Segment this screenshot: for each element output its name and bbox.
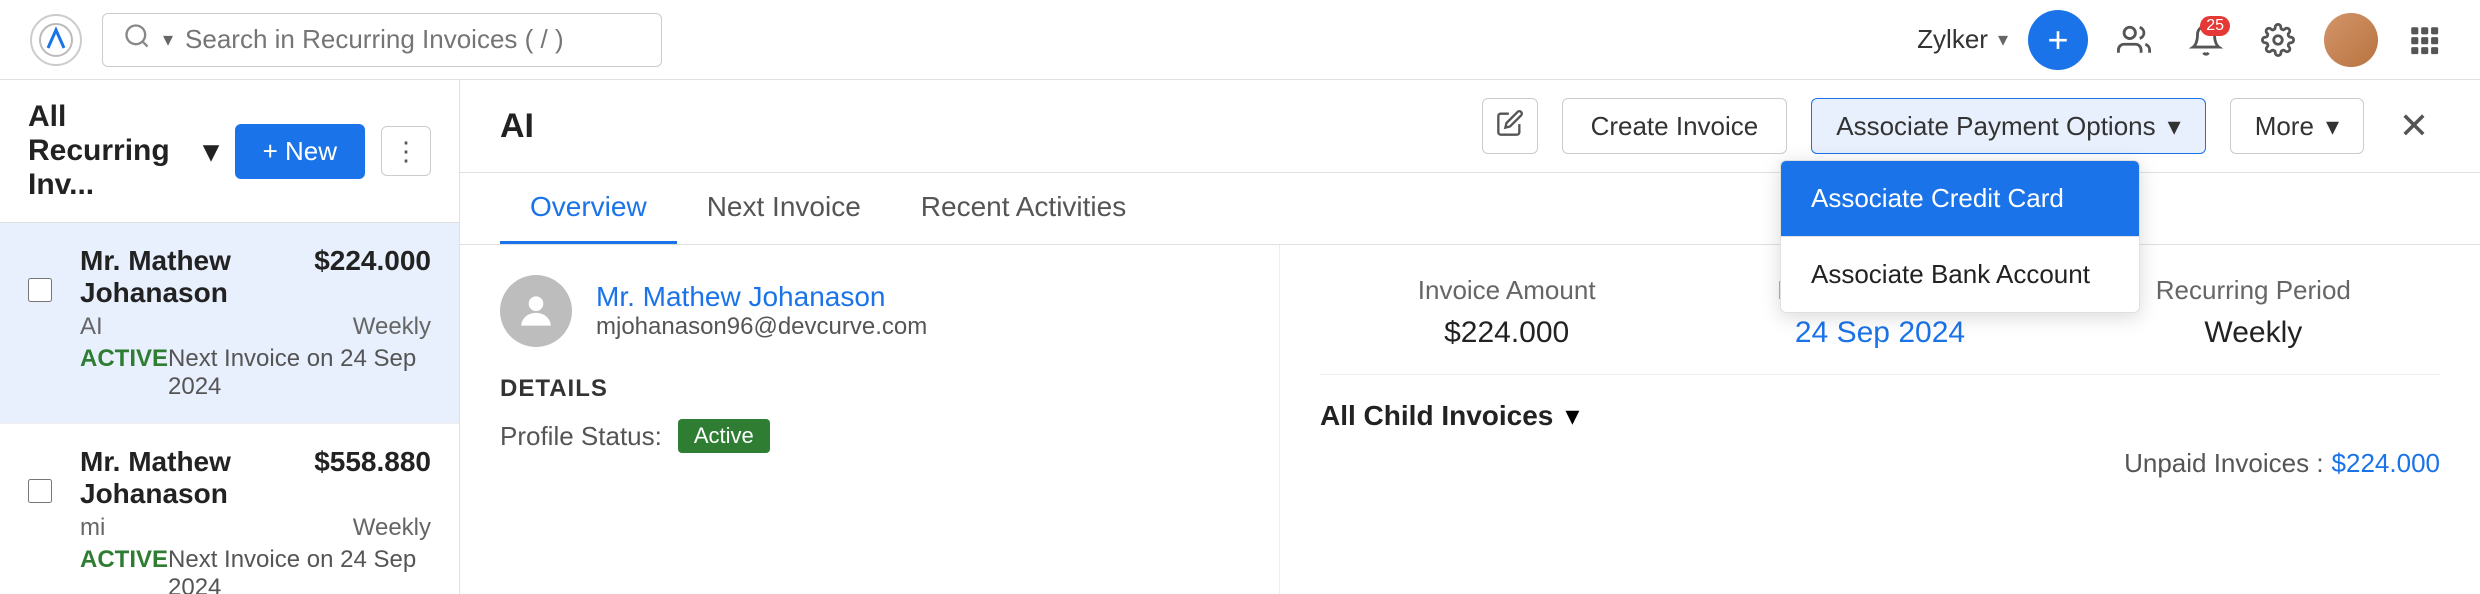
invoice-period: Weekly [314, 514, 431, 542]
invoice-period: Weekly [314, 313, 431, 341]
invoice-checkbox-2[interactable] [28, 478, 68, 510]
app-logo [30, 14, 82, 66]
sidebar-title-text: All Recurring Inv... [28, 100, 194, 202]
more-button[interactable]: More ▾ [2230, 98, 2364, 154]
tab-overview[interactable]: Overview [500, 173, 677, 244]
search-dropdown-icon[interactable]: ▾ [163, 27, 173, 52]
unpaid-row: Unpaid Invoices : $224.000 [1320, 448, 2440, 479]
notifications-button[interactable]: 25 [2180, 14, 2232, 66]
child-invoices-title[interactable]: All Child Invoices [1320, 400, 1553, 432]
associate-payment-chevron-icon: ▾ [2168, 111, 2181, 142]
invoice-amount: $224.000 [314, 245, 431, 309]
invoice-list: Mr. Mathew Johanason $224.000 AI Weekly … [0, 223, 459, 594]
navbar: ▾ Zylker ▾ + 25 [0, 0, 2480, 80]
child-invoices-row: All Child Invoices ▾ [1320, 399, 2440, 432]
invoice-status-row: ACTIVE Next Invoice on 24 Sep 2024 [80, 345, 431, 401]
invoice-date: Next Invoice on 24 Sep 2024 [168, 345, 431, 401]
add-button[interactable]: + [2028, 10, 2088, 70]
main-layout: All Recurring Inv... ▾ + New ⋮ Mr. Mathe… [0, 80, 2480, 594]
new-button[interactable]: + New [235, 124, 365, 179]
invoice-sub: mi [80, 514, 302, 542]
invoice-status-row: ACTIVE Next Invoice on 24 Sep 2024 [80, 546, 431, 594]
contact-info: Mr. Mathew Johanason mjohanason96@devcur… [596, 281, 927, 341]
invoice-name: Mr. Mathew Johanason [80, 446, 302, 510]
apps-grid-button[interactable] [2398, 14, 2450, 66]
dropdown-item-associate-credit-card[interactable]: Associate Credit Card [1781, 161, 2139, 236]
invoice-date: Next Invoice on 24 Sep 2024 [168, 546, 431, 594]
details-section-label: DETAILS [500, 375, 1239, 403]
search-input[interactable] [185, 24, 641, 55]
edit-icon [1496, 109, 1524, 144]
detail-tabs: Overview Next Invoice Recent Activities [460, 173, 2480, 245]
child-invoices-chevron-icon[interactable]: ▾ [1565, 399, 1579, 432]
contacts-icon-button[interactable] [2108, 14, 2160, 66]
recurring-period-label: Recurring Period [2156, 275, 2351, 306]
unpaid-label: Unpaid Invoices : [2124, 448, 2323, 479]
notification-badge: 25 [2200, 16, 2230, 36]
next-invoice-date-value: 24 Sep 2024 [1795, 316, 1965, 350]
contact-email: mjohanason96@devcurve.com [596, 313, 927, 341]
summary-invoice-amount: Invoice Amount $224.000 [1320, 275, 1693, 350]
contact-avatar [500, 275, 572, 347]
invoice-status: ACTIVE [80, 345, 168, 401]
associate-payment-options-button[interactable]: Associate Payment Options ▾ [1811, 98, 2205, 154]
invoice-amount-label: Invoice Amount [1418, 275, 1596, 306]
sidebar-title[interactable]: All Recurring Inv... ▾ [28, 100, 219, 202]
sidebar: All Recurring Inv... ▾ + New ⋮ Mr. Mathe… [0, 80, 460, 594]
detail-header: AI Create Invoice Associate Payment Opti… [460, 80, 2480, 173]
invoice-item[interactable]: Mr. Mathew Johanason $558.880 mi Weekly … [0, 424, 459, 594]
profile-status-label: Profile Status: [500, 421, 662, 452]
recurring-period-value: Weekly [2204, 316, 2302, 350]
detail-panel: AI Create Invoice Associate Payment Opti… [460, 80, 2480, 594]
associate-payment-label: Associate Payment Options [1836, 111, 2155, 142]
profile-status-row: Profile Status: Active [500, 419, 1239, 453]
dropdown-item-associate-bank-account[interactable]: Associate Bank Account [1781, 237, 2139, 312]
invoice-status: ACTIVE [80, 546, 168, 594]
tab-next-invoice[interactable]: Next Invoice [677, 173, 891, 244]
invoice-name: Mr. Mathew Johanason [80, 245, 302, 309]
settings-button[interactable] [2252, 14, 2304, 66]
more-dots-icon: ⋮ [393, 136, 419, 167]
invoice-item[interactable]: Mr. Mathew Johanason $224.000 AI Weekly … [0, 223, 459, 424]
avatar[interactable] [2324, 13, 2378, 67]
org-switcher[interactable]: Zylker ▾ [1917, 24, 2008, 55]
org-name: Zylker [1917, 24, 1988, 55]
create-invoice-button[interactable]: Create Invoice [1562, 98, 1788, 154]
detail-content: Mr. Mathew Johanason mjohanason96@devcur… [460, 245, 2480, 594]
invoice-amount-value: $224.000 [1444, 316, 1569, 350]
search-bar[interactable]: ▾ [102, 13, 662, 67]
search-icon [123, 22, 151, 57]
edit-button[interactable] [1482, 98, 1538, 154]
org-chevron-icon: ▾ [1998, 27, 2008, 52]
invoice-sub: AI [80, 313, 302, 341]
detail-left: Mr. Mathew Johanason mjohanason96@devcur… [460, 245, 1280, 594]
unpaid-amount: $224.000 [2332, 448, 2440, 479]
close-button[interactable]: ✕ [2388, 100, 2440, 152]
invoice-checkbox-1[interactable] [28, 277, 68, 309]
more-chevron-icon: ▾ [2326, 111, 2339, 142]
profile-status-badge: Active [678, 419, 770, 453]
sidebar-title-chevron-icon: ▾ [204, 134, 219, 169]
invoice-amount: $558.880 [314, 446, 431, 510]
sidebar-header: All Recurring Inv... ▾ + New ⋮ [0, 80, 459, 223]
dropdown-menu: Associate Credit Card Associate Bank Acc… [1780, 160, 2140, 313]
detail-id: AI [500, 107, 534, 146]
sidebar-more-button[interactable]: ⋮ [381, 126, 431, 176]
contact-name[interactable]: Mr. Mathew Johanason [596, 281, 927, 313]
tab-recent-activities[interactable]: Recent Activities [891, 173, 1156, 244]
contact-row: Mr. Mathew Johanason mjohanason96@devcur… [500, 275, 1239, 347]
more-label: More [2255, 111, 2314, 142]
